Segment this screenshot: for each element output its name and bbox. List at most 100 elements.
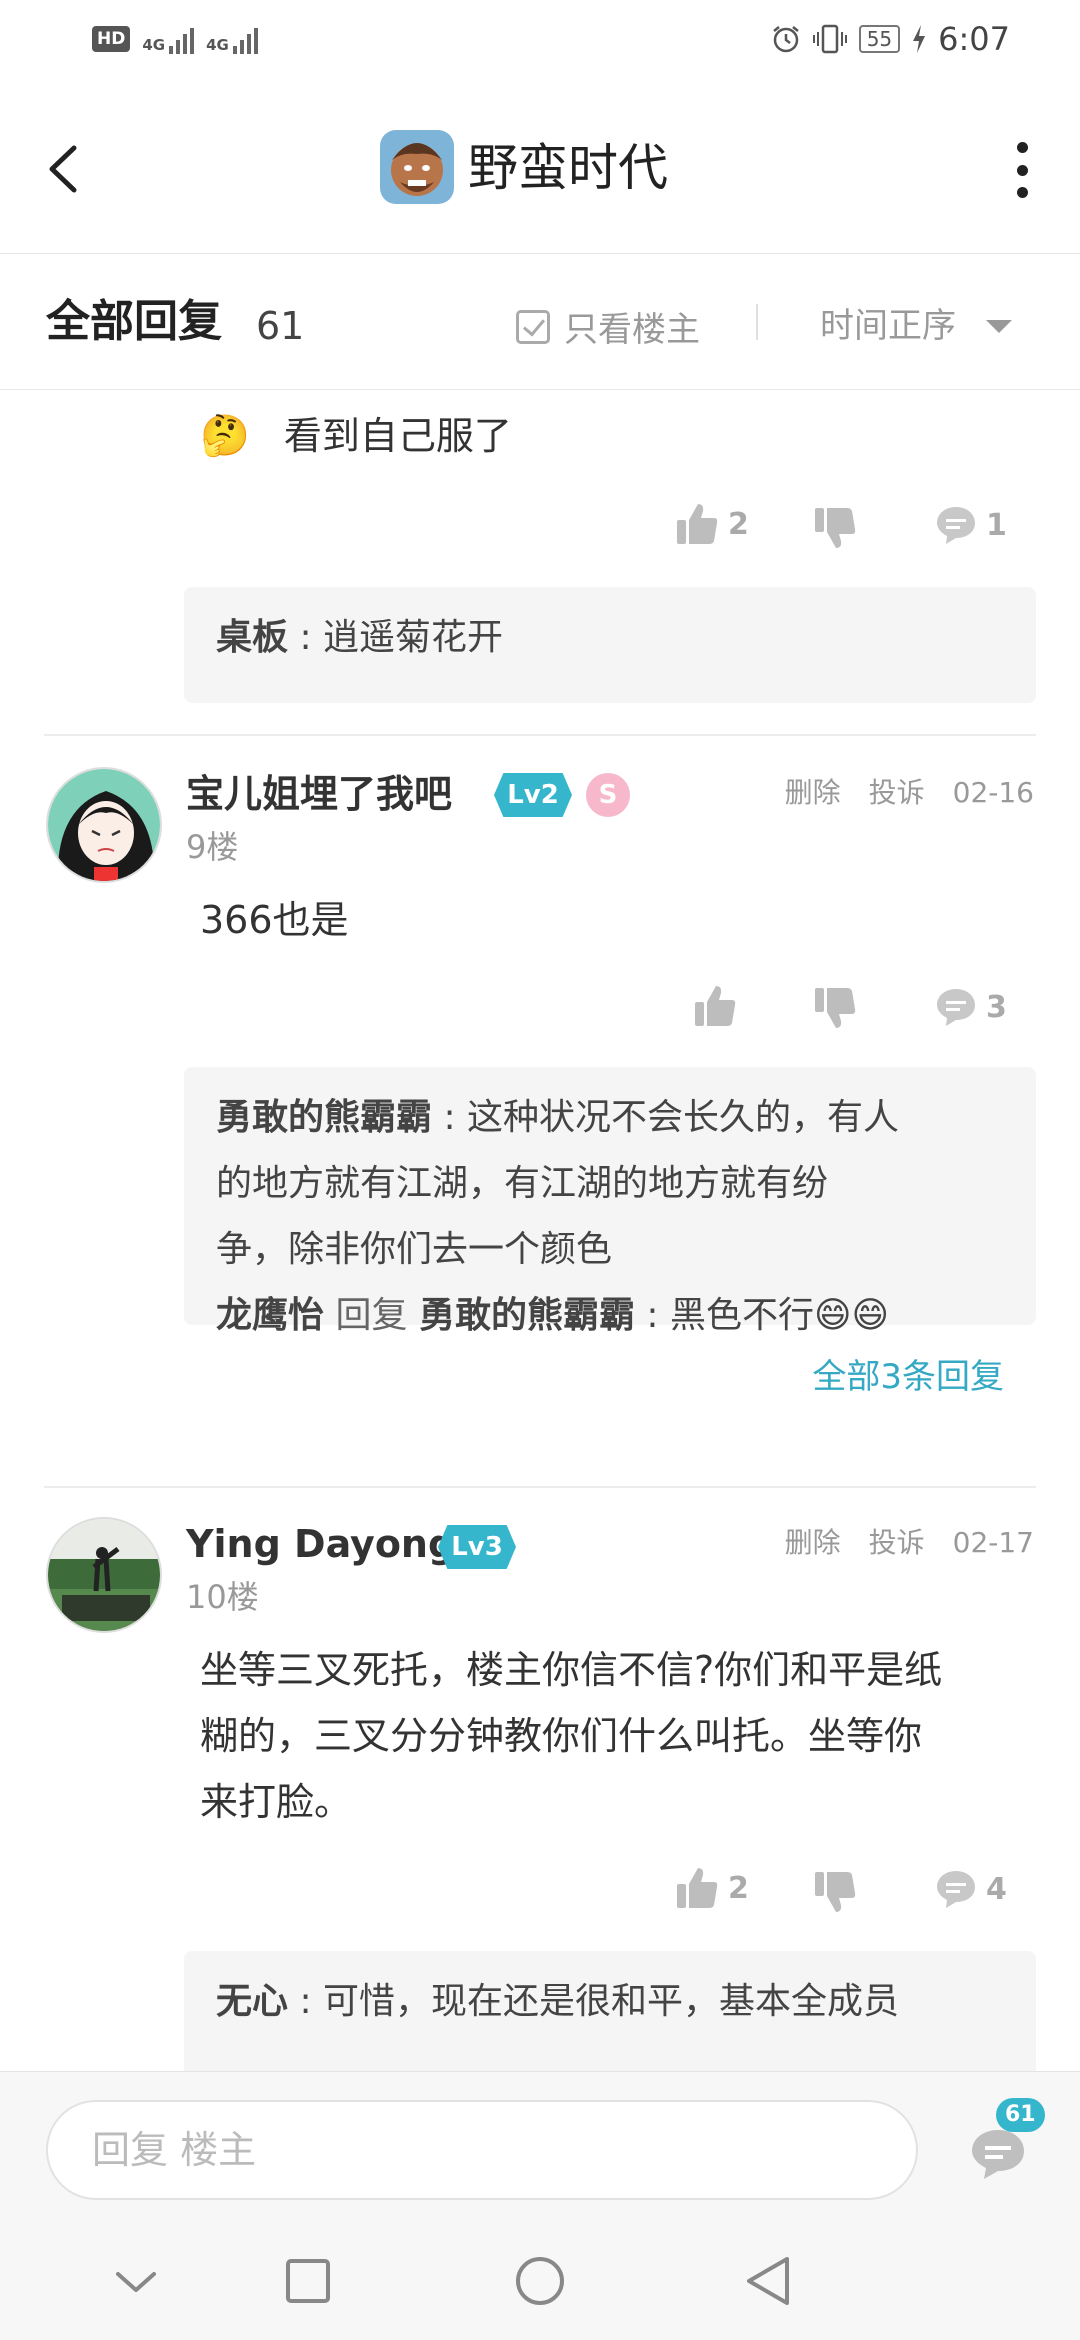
checkbox-icon[interactable]	[516, 309, 550, 344]
delete-link[interactable]: 删除	[785, 771, 841, 815]
report-link[interactable]: 投诉	[869, 1521, 925, 1565]
like-button[interactable]: 2	[674, 1865, 749, 1911]
thinking-emoji: 🤔	[200, 413, 250, 459]
divider	[44, 1486, 1036, 1488]
post-text: 🤔 看到自己服了	[200, 403, 512, 469]
comment-button[interactable]: 4	[934, 1867, 1007, 1911]
post-body-line: 坐等三叉死托，楼主你信不信?你们和平是纸	[200, 1648, 943, 1692]
post-body-line: 来打脸。	[200, 1780, 353, 1824]
recents-square-icon[interactable]	[278, 2251, 338, 2311]
like-count: 2	[728, 506, 749, 542]
avatar[interactable]	[46, 1517, 162, 1633]
signal-sim2: 4G	[206, 24, 258, 54]
sub-reply-text: 争，除非你们去一个颜色	[216, 1229, 613, 1270]
chevron-left-icon[interactable]	[40, 134, 96, 204]
dislike-button[interactable]	[812, 985, 858, 1031]
post-body: 坐等三叉死托，楼主你信不信?你们和平是纸 糊的，三叉分分钟教你们什么叫托。坐等你…	[200, 1637, 942, 1835]
hd-badge: HD	[92, 26, 131, 52]
back-triangle-icon[interactable]	[738, 2251, 798, 2311]
thumbs-up-icon	[695, 986, 736, 1026]
alarm-icon	[772, 26, 799, 53]
comment-button[interactable]: 3	[934, 985, 1007, 1029]
separator: :	[288, 1981, 324, 2022]
chevron-down-icon[interactable]	[106, 2251, 166, 2311]
reply-word: 回复	[335, 1295, 408, 1336]
sub-reply-box[interactable]: 桌板 : 逍遥菊花开	[184, 587, 1036, 703]
only-op-toggle[interactable]: 只看楼主	[516, 302, 700, 351]
only-op-label: 只看楼主	[564, 310, 700, 350]
report-link[interactable]: 投诉	[869, 771, 925, 815]
like-button[interactable]	[692, 983, 738, 1029]
divider	[44, 734, 1036, 736]
page-title: 野蛮时代	[468, 139, 668, 197]
separator: :	[634, 1295, 670, 1336]
sub-reply-user[interactable]: 龙鹰怡	[216, 1295, 324, 1336]
signal-bars-icon	[169, 26, 195, 54]
floor-number: 9楼	[186, 828, 239, 866]
separator: :	[288, 617, 324, 658]
all-replies-title: 全部回复	[46, 296, 222, 347]
delete-link[interactable]: 删除	[785, 1521, 841, 1565]
sub-reply: 龙鹰怡 回复 勇敢的熊霸霸 : 黑色不行😄😄	[216, 1283, 1004, 1349]
sub-reply-text: 的地方就有江湖，有江湖的地方就有纷	[216, 1163, 829, 1204]
sub-reply-text: 黑色不行😄😄	[669, 1295, 890, 1336]
sub-reply-user[interactable]: 无心	[216, 1981, 288, 2022]
clock: 6:07	[938, 20, 1010, 58]
reply-bar: 回复 楼主 61	[0, 2071, 1080, 2221]
status-bar: HD 4G 4G 55 6:07	[0, 0, 1080, 84]
thumbs-down-icon	[815, 508, 856, 548]
post-meta: 删除 投诉 02-16	[785, 771, 1034, 815]
like-button[interactable]: 2	[674, 501, 749, 547]
network-type-label: 4G	[142, 36, 166, 54]
divider	[756, 304, 758, 340]
signal-sim1: 4G	[142, 24, 195, 54]
level-badge: Lv3	[438, 1525, 516, 1569]
battery-indicator: 55	[858, 25, 901, 53]
more-vertical-icon[interactable]	[1014, 142, 1030, 198]
sub-reply-text: 可惜，现在还是很和平，基本全成员	[323, 1981, 900, 2022]
sub-reply-user[interactable]: 桌板	[216, 617, 288, 658]
reply-list: 🤔 看到自己服了 2 1 桌板 : 逍遥菊花开 宝儿姐埋了我吧 Lv2 S 删除	[0, 391, 1080, 2071]
reply-count-badge: 61	[996, 2098, 1045, 2132]
reply-count: 61	[256, 304, 305, 348]
charging-icon	[913, 25, 926, 53]
username[interactable]: Ying Dayong	[186, 1519, 455, 1569]
sub-reply: 桌板 : 逍遥菊花开	[216, 605, 1004, 671]
sort-dropdown[interactable]: 时间正序	[820, 302, 956, 350]
comments-icon[interactable]	[968, 2124, 1028, 2184]
avatar[interactable]	[46, 767, 162, 883]
thumbs-down-icon	[815, 988, 856, 1028]
separator: :	[432, 1097, 468, 1138]
top-bar: 野蛮时代	[0, 84, 1080, 254]
dislike-button[interactable]	[812, 505, 858, 551]
vibrate-icon	[812, 24, 847, 54]
medal-icon: S	[586, 773, 630, 817]
post-meta: 删除 投诉 02-17	[785, 1521, 1034, 1565]
network-type-label: 4G	[206, 36, 229, 54]
thumbs-down-icon	[815, 1872, 856, 1912]
floor-number: 10楼	[186, 1578, 259, 1616]
username[interactable]: 宝儿姐埋了我吧	[186, 769, 452, 819]
sub-reply-text: 逍遥菊花开	[323, 617, 504, 658]
comment-button[interactable]: 1	[934, 503, 1007, 547]
forum-logo	[380, 130, 454, 204]
comment-icon	[937, 1871, 975, 1908]
reply-input[interactable]: 回复 楼主	[46, 2100, 918, 2200]
reply-header: 全部回复 61 只看楼主 时间正序	[0, 254, 1080, 390]
level-badge: Lv2	[494, 773, 572, 817]
thumbs-up-icon	[677, 1868, 718, 1908]
comment-icon	[937, 989, 975, 1026]
sub-reply-text: 这种状况不会长久的，有人	[467, 1097, 900, 1138]
sub-reply-user[interactable]: 勇敢的熊霸霸	[216, 1097, 432, 1138]
signal-bars-icon	[232, 26, 258, 54]
post-body: 366也是	[200, 898, 349, 942]
sub-reply-box[interactable]: 无心 : 可惜，现在还是很和平，基本全成员	[184, 1951, 1036, 2071]
view-all-replies-link[interactable]: 全部3条回复	[216, 1349, 1004, 1405]
caret-down-icon[interactable]	[986, 320, 1012, 333]
comment-count: 1	[986, 507, 1007, 543]
system-nav-bar	[0, 2221, 1080, 2340]
sub-reply-box[interactable]: 勇敢的熊霸霸 : 这种状况不会长久的，有人 的地方就有江湖，有江湖的地方就有纷 …	[184, 1067, 1036, 1397]
reply-target-user[interactable]: 勇敢的熊霸霸	[419, 1295, 635, 1336]
dislike-button[interactable]	[812, 1869, 858, 1915]
home-circle-icon[interactable]	[510, 2251, 570, 2311]
